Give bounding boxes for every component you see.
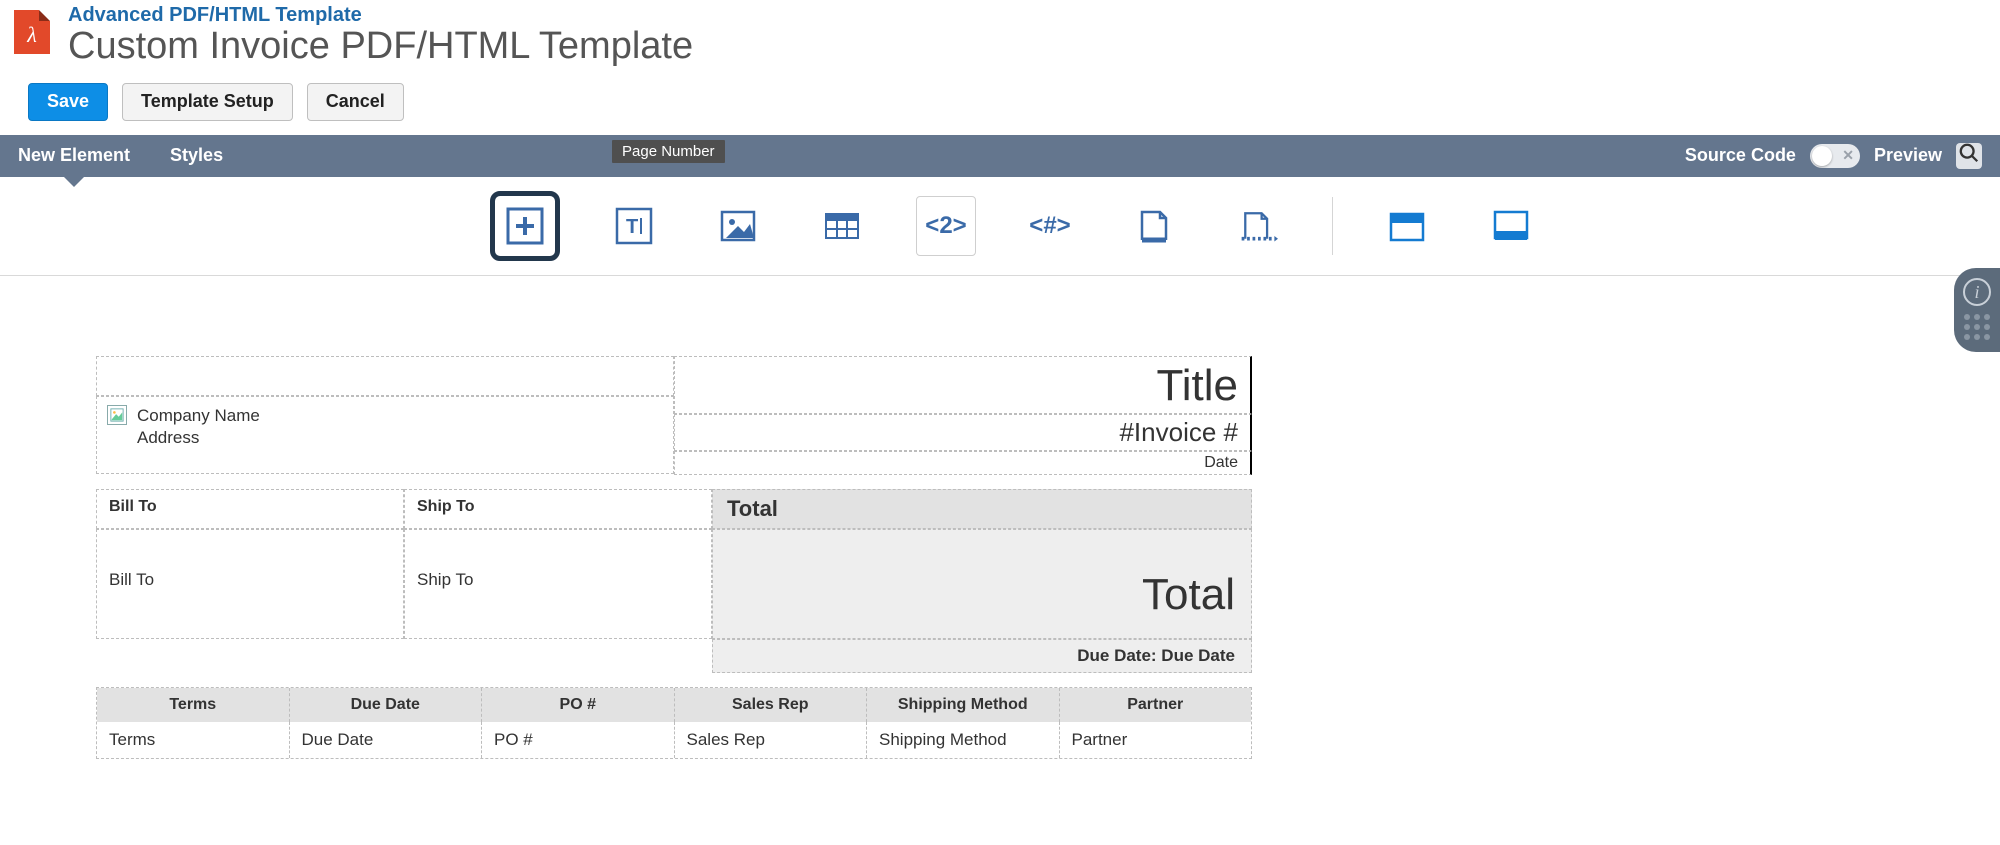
tool-text[interactable]: T [604,196,664,256]
header-icon [1387,206,1427,246]
svg-text:T: T [626,216,638,238]
tool-header[interactable] [1377,196,1437,256]
col-po-header[interactable]: PO # [482,688,675,722]
col-shipping-method-value[interactable]: Shipping Method [867,722,1060,758]
help-panel-toggle[interactable]: i [1954,268,2000,352]
bill-to-value[interactable]: Bill To [96,529,404,639]
page-break-before-icon [1134,206,1174,246]
preview-magnify-button[interactable] [1956,143,1982,169]
toggle-off-icon: ✕ [1842,147,1854,164]
address-field[interactable]: Address [137,427,260,449]
tool-table[interactable] [812,196,872,256]
bill-to-label[interactable]: Bill To [96,489,404,529]
save-button[interactable]: Save [28,83,108,121]
toolbar-divider [1332,197,1333,255]
element-toolbar: T <2> <#> [0,177,2000,276]
tool-add-element[interactable] [490,191,560,261]
footer-icon [1491,206,1531,246]
tool-page-break-before[interactable] [1124,196,1184,256]
tool-page-count[interactable]: <#> [1020,196,1080,256]
magnify-icon [1958,142,1980,169]
col-sales-rep-header[interactable]: Sales Rep [675,688,868,722]
text-box-icon: T [614,206,654,246]
invoice-number-field[interactable]: #Invoice # [674,414,1252,451]
col-shipping-method-header[interactable]: Shipping Method [867,688,1060,722]
ship-to-label[interactable]: Ship To [404,489,712,529]
col-terms-value[interactable]: Terms [97,722,290,758]
image-icon [718,206,758,246]
title-field[interactable]: Title [674,356,1252,414]
ship-to-value[interactable]: Ship To [404,529,712,639]
source-code-label: Source Code [1685,145,1796,166]
editor-navbar: New Element Styles Source Code ✕ Preview [0,135,2000,177]
tab-styles[interactable]: Styles [170,135,223,177]
company-info-cell[interactable]: Company Name Address [96,396,674,474]
page-title: Custom Invoice PDF/HTML Template [68,27,693,67]
col-po-value[interactable]: PO # [482,722,675,758]
tab-new-element[interactable]: New Element [18,135,130,177]
total-value[interactable]: Total [712,529,1252,639]
header-empty-cell[interactable] [96,356,674,396]
template-setup-button[interactable]: Template Setup [122,83,293,121]
company-name-field[interactable]: Company Name [137,405,260,427]
logo-placeholder-icon[interactable] [107,405,127,425]
page-count-icon: <#> [1029,212,1070,240]
pdf-file-icon: λ [14,10,50,54]
plus-box-icon [505,206,545,246]
page-number-icon: <2> [925,212,966,240]
drag-dots-icon [1964,314,1990,340]
due-date-row[interactable]: Due Date: Due Date [712,639,1252,673]
source-code-toggle[interactable]: ✕ [1810,144,1860,168]
col-partner-value[interactable]: Partner [1060,722,1252,758]
col-due-date-header[interactable]: Due Date [290,688,483,722]
table-icon [822,206,862,246]
preview-button[interactable]: Preview [1874,145,1942,166]
tool-page-break-after[interactable] [1228,196,1288,256]
detail-columns-row: Terms Due Date PO # Sales Rep Shipping M… [97,722,1251,758]
total-label[interactable]: Total [712,489,1252,529]
tool-page-number[interactable]: <2> [916,196,976,256]
template-canvas[interactable]: Company Name Address Title #Invoice # Da… [0,276,2000,759]
col-due-date-value[interactable]: Due Date [290,722,483,758]
info-icon: i [1963,278,1991,306]
breadcrumb[interactable]: Advanced PDF/HTML Template [68,4,693,27]
col-sales-rep-value[interactable]: Sales Rep [675,722,868,758]
col-partner-header[interactable]: Partner [1060,688,1252,722]
detail-columns-header: Terms Due Date PO # Sales Rep Shipping M… [97,688,1251,722]
cancel-button[interactable]: Cancel [307,83,404,121]
col-terms-header[interactable]: Terms [97,688,290,722]
page-break-after-icon [1238,206,1278,246]
tool-footer[interactable] [1481,196,1541,256]
date-field[interactable]: Date [674,451,1252,475]
tooltip-page-number: Page Number [612,140,725,163]
tool-image[interactable] [708,196,768,256]
